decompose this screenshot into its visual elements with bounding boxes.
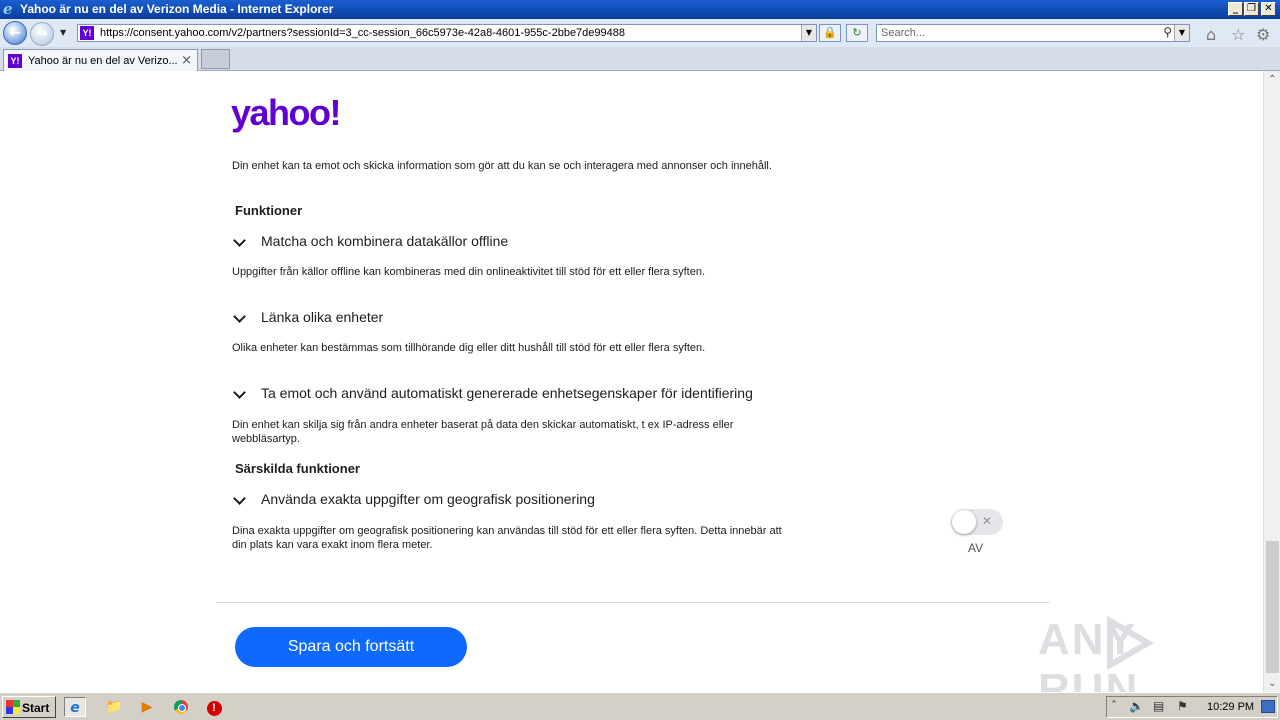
new-tab-button[interactable] bbox=[201, 49, 230, 69]
internet-explorer-icon[interactable]: e bbox=[64, 697, 86, 717]
folder-icon[interactable]: 📁 bbox=[103, 697, 125, 717]
address-dropdown-icon[interactable]: ▼ bbox=[801, 25, 816, 41]
page-content: yahoo! Din enhet kan ta emot och skicka … bbox=[0, 71, 1263, 692]
start-label: Start bbox=[22, 701, 50, 715]
feature-title: Ta emot och använd automatiskt genererad… bbox=[261, 385, 753, 401]
history-dropdown-icon[interactable]: ▼ bbox=[60, 28, 70, 38]
divider bbox=[216, 602, 1050, 603]
tray-expand-icon[interactable]: ˆ bbox=[1111, 699, 1117, 713]
feature-description: Dina exakta uppgifter om geografisk posi… bbox=[232, 525, 782, 551]
close-tab-icon[interactable]: × bbox=[181, 53, 192, 68]
window-title: Yahoo är nu en del av Verizon Media - In… bbox=[20, 2, 334, 16]
ie-logo-icon: e bbox=[3, 0, 13, 18]
intro-text: Din enhet kan ta emot och skicka informa… bbox=[232, 160, 772, 172]
search-icon[interactable]: ⚲ bbox=[1163, 25, 1172, 39]
clock[interactable]: 10:29 PM bbox=[1207, 701, 1254, 713]
anyrun-watermark: ANY RUN bbox=[1038, 611, 1238, 692]
scroll-down-icon[interactable]: ⌄ bbox=[1264, 675, 1280, 692]
feature-description: Din enhet kan skilja sig från andra enhe… bbox=[232, 419, 734, 445]
search-placeholder: Search... bbox=[881, 27, 926, 39]
tab-yahoo[interactable]: Y! Yahoo är nu en del av Verizo... × bbox=[3, 49, 198, 71]
switch-knob bbox=[952, 510, 976, 534]
chevron-down-icon bbox=[233, 309, 247, 327]
geolocation-switch[interactable]: ✕ bbox=[951, 509, 1003, 535]
show-desktop-icon[interactable] bbox=[1261, 700, 1275, 713]
stop-icon[interactable]: ! bbox=[203, 697, 225, 717]
maximize-button[interactable]: ❐ bbox=[1244, 2, 1259, 16]
save-and-continue-button[interactable]: Spara och fortsätt bbox=[235, 627, 467, 667]
tab-row: Y! Yahoo är nu en del av Verizo... × bbox=[0, 47, 1280, 71]
scroll-up-icon[interactable]: ⌃ bbox=[1264, 71, 1280, 88]
media-player-icon[interactable]: ▶ bbox=[136, 697, 158, 717]
feature-title: Använda exakta uppgifter om geografisk p… bbox=[261, 491, 595, 507]
watermark-text: ANY RUN bbox=[1038, 615, 1140, 692]
feature-title: Länka olika enheter bbox=[261, 309, 384, 325]
close-icon: ✕ bbox=[981, 514, 992, 528]
section-heading-special: Särskilda funktioner bbox=[235, 461, 360, 476]
site-favicon-icon: Y! bbox=[80, 26, 94, 40]
address-bar[interactable]: Y! https://consent.yahoo.com/v2/partners… bbox=[77, 24, 817, 42]
forward-button[interactable]: → bbox=[30, 22, 54, 46]
system-tray: ˆ 🔈 ▤ ⚑ 10:29 PM bbox=[1106, 696, 1278, 718]
chrome-icon[interactable] bbox=[170, 697, 192, 717]
refresh-icon[interactable]: ↻ bbox=[846, 24, 868, 42]
switch-label: AV bbox=[968, 541, 984, 555]
arrow-right-icon: → bbox=[36, 26, 48, 42]
vertical-scrollbar[interactable]: ⌃ ⌄ bbox=[1263, 71, 1280, 692]
feature-description: Olika enheter kan bestämmas som tillhöra… bbox=[232, 342, 706, 354]
chevron-down-icon bbox=[233, 385, 247, 403]
scroll-thumb[interactable] bbox=[1266, 541, 1279, 673]
gear-icon[interactable]: ⚙ bbox=[1256, 25, 1270, 44]
tab-favicon-icon: Y! bbox=[8, 54, 22, 68]
yahoo-logo: yahoo! bbox=[231, 92, 342, 133]
search-dropdown-icon[interactable]: ▼ bbox=[1174, 25, 1189, 41]
navigation-bar: ← → ▼ Y! https://consent.yahoo.com/v2/pa… bbox=[0, 19, 1280, 47]
feature-description: Uppgifter från källor offline kan kombin… bbox=[232, 266, 706, 278]
feature-title: Matcha och kombinera datakällor offline bbox=[261, 233, 509, 249]
windows-logo-icon bbox=[6, 700, 20, 714]
network-icon[interactable]: ▤ bbox=[1153, 699, 1164, 713]
window-title-bar: e Yahoo är nu en del av Verizon Media - … bbox=[0, 0, 1280, 19]
section-heading-funktioner: Funktioner bbox=[235, 203, 303, 218]
close-window-button[interactable]: ✕ bbox=[1261, 2, 1276, 16]
security-lock-icon[interactable]: 🔒 bbox=[819, 24, 841, 42]
volume-icon[interactable]: 🔈 bbox=[1129, 699, 1144, 713]
favorites-star-icon[interactable]: ☆ bbox=[1231, 25, 1245, 44]
minimize-button[interactable]: _ bbox=[1228, 2, 1243, 16]
taskbar: Start e 📁 ▶ ! ˆ 🔈 ▤ ⚑ 10:29 PM bbox=[0, 692, 1280, 720]
start-button[interactable]: Start bbox=[2, 696, 56, 718]
address-url[interactable]: https://consent.yahoo.com/v2/partners?se… bbox=[100, 27, 625, 39]
action-center-flag-icon[interactable]: ⚑ bbox=[1177, 699, 1188, 713]
tab-label: Yahoo är nu en del av Verizo... bbox=[28, 55, 178, 67]
home-icon[interactable]: ⌂ bbox=[1206, 25, 1216, 44]
back-button[interactable]: ← bbox=[3, 21, 27, 45]
arrow-left-icon: ← bbox=[9, 25, 21, 41]
search-input[interactable]: Search... ⚲ ▼ bbox=[876, 24, 1190, 42]
chevron-down-icon bbox=[233, 233, 247, 251]
chevron-down-icon bbox=[233, 491, 247, 509]
